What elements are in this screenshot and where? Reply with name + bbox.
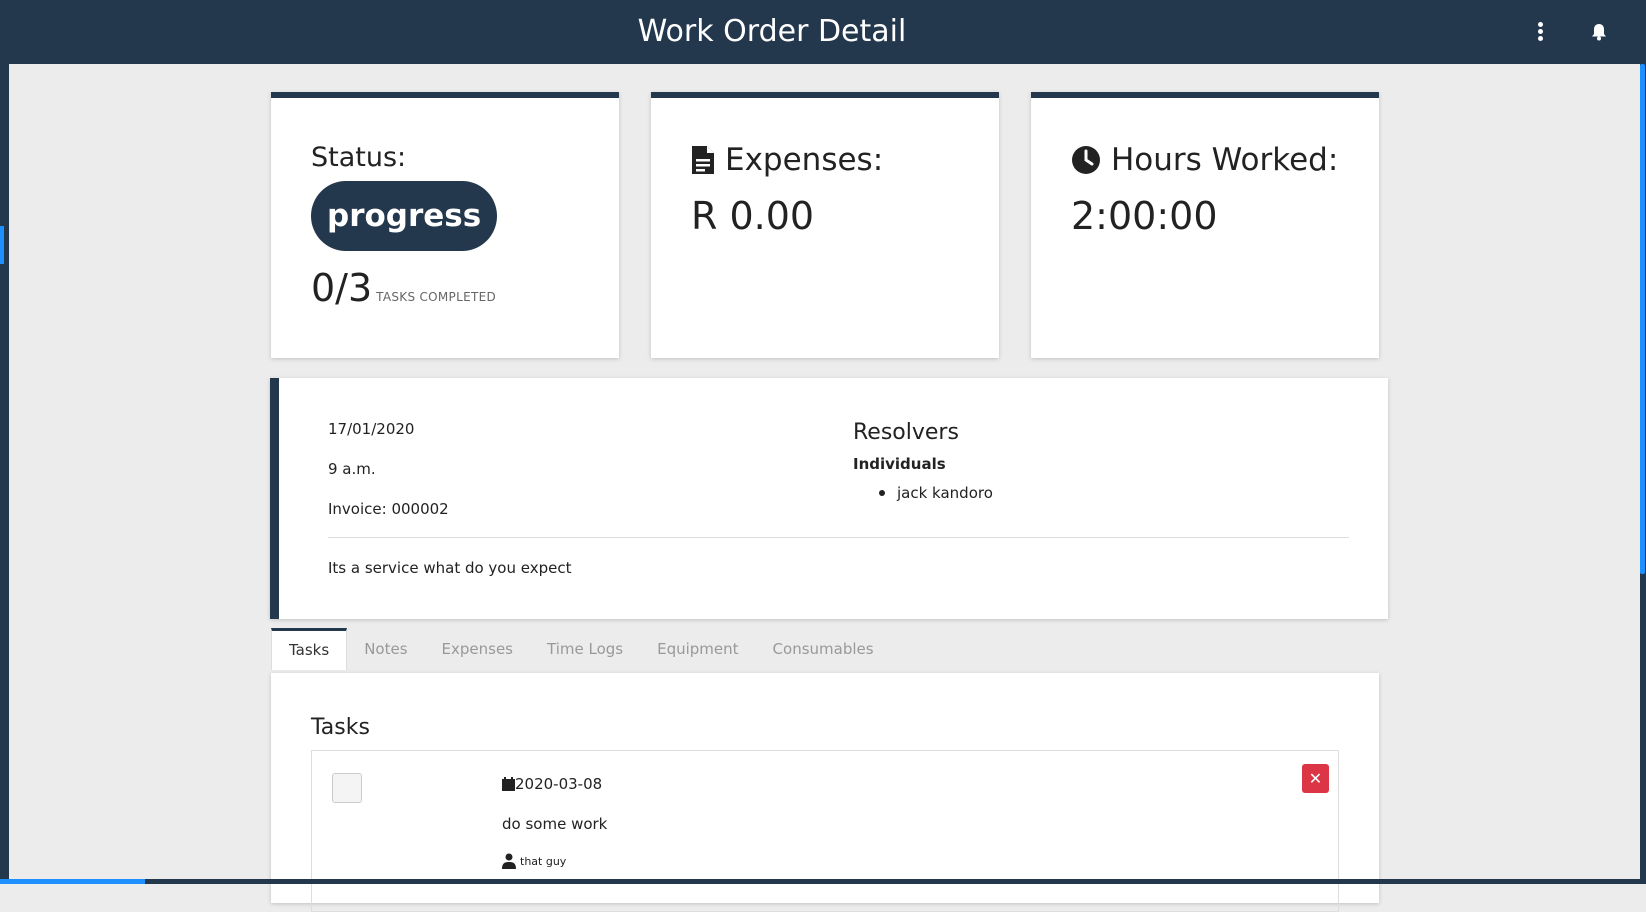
scrollbar-thumb[interactable] [1640, 64, 1645, 574]
clock-icon [1072, 146, 1100, 174]
work-order-description: Its a service what do you expect [328, 559, 572, 577]
invoice-number: Invoice: 000002 [328, 500, 449, 518]
more-vertical-icon[interactable] [1535, 22, 1545, 44]
list-item: jack kandoro [879, 484, 993, 502]
work-order-date: 17/01/2020 [328, 420, 415, 438]
loading-bar [0, 879, 1646, 884]
tab-bar: Tasks Notes Expenses Time Logs Equipment… [271, 628, 891, 670]
hours-value: 2:00:00 [1071, 194, 1218, 238]
work-order-info-card: 17/01/2020 9 a.m. Invoice: 000002 Resolv… [270, 378, 1388, 619]
task-date-text: 2020-03-08 [515, 775, 603, 793]
tab-expenses[interactable]: Expenses [425, 628, 530, 670]
user-icon [502, 853, 516, 869]
task-description: do some work [502, 815, 608, 833]
task-assignee: that guy [502, 853, 566, 869]
task-date: 2020-03-08 [502, 775, 602, 793]
tasks-heading: Tasks [311, 715, 370, 740]
resolver-name: jack kandoro [897, 484, 993, 502]
bell-icon[interactable] [1589, 22, 1609, 42]
calendar-icon [502, 777, 515, 791]
hours-card: Hours Worked: 2:00:00 [1031, 92, 1379, 358]
top-bar: Work Order Detail [0, 0, 1646, 64]
status-badge: progress [311, 181, 498, 251]
task-assignee-name: that guy [520, 854, 567, 868]
tab-time-logs[interactable]: Time Logs [530, 628, 640, 670]
tab-consumables[interactable]: Consumables [756, 628, 891, 670]
tasks-completed-count: 0/3 [311, 266, 373, 310]
task-item: 2020-03-08 do some work that guy ✕ [311, 750, 1339, 912]
page-title: Work Order Detail [637, 14, 907, 49]
tasks-panel: Tasks 2020-03-08 do some work that guy ✕ [271, 673, 1379, 912]
tab-notes[interactable]: Notes [347, 628, 424, 670]
status-label: Status: [311, 142, 407, 173]
expenses-value: R 0.00 [691, 194, 815, 238]
file-icon [692, 146, 714, 174]
expenses-card: Expenses: R 0.00 [651, 92, 999, 358]
resolvers-heading: Resolvers [853, 420, 959, 445]
left-frame [0, 64, 9, 884]
work-order-time: 9 a.m. [328, 460, 376, 478]
delete-task-button[interactable]: ✕ [1302, 764, 1329, 793]
tab-equipment[interactable]: Equipment [640, 628, 755, 670]
tasks-completed: 0/3 TASKS COMPLETED [311, 266, 496, 310]
tab-tasks[interactable]: Tasks [271, 628, 348, 670]
tasks-completed-label: TASKS COMPLETED [376, 290, 497, 304]
close-icon: ✕ [1308, 769, 1323, 788]
hours-label: Hours Worked: [1111, 142, 1339, 178]
individuals-label: Individuals [853, 455, 946, 473]
expenses-label: Expenses: [725, 142, 884, 178]
status-card: Status: progress 0/3 TASKS COMPLETED [271, 92, 619, 358]
divider [328, 537, 1349, 538]
task-checkbox[interactable] [332, 773, 362, 803]
